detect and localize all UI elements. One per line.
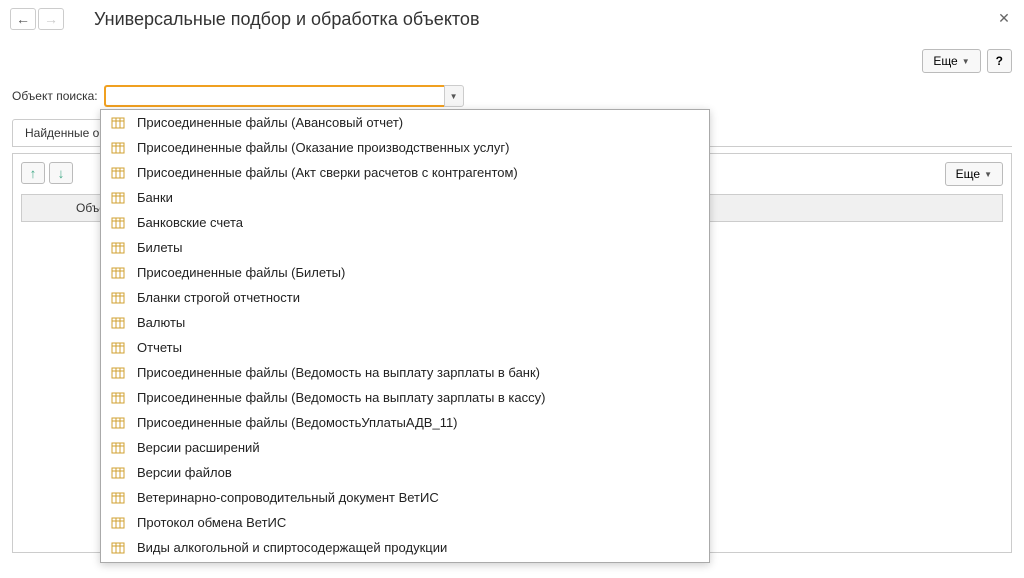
dropdown-item[interactable]: Присоединенные файлы (Авансовый отчет) (101, 110, 709, 135)
dropdown-item[interactable]: Присоединенные файлы (Ведомость на выпла… (101, 385, 709, 410)
dropdown-item[interactable]: Присоединенные файлы (Ведомость на выпла… (101, 360, 709, 385)
dropdown-item-label: Присоединенные файлы (Акт сверки расчето… (137, 165, 518, 180)
search-dropdown-popup[interactable]: Присоединенные файлы (Авансовый отчет) Пр… (100, 109, 710, 563)
dropdown-item-label: Банки (137, 190, 173, 205)
catalog-icon (111, 141, 125, 155)
panel-more-button[interactable]: Еще ▼ (945, 162, 1003, 186)
catalog-icon (111, 441, 125, 455)
dropdown-item-label: Протокол обмена ВетИС (137, 515, 286, 530)
chevron-down-icon: ▼ (962, 57, 970, 66)
catalog-icon (111, 366, 125, 380)
search-dropdown-button[interactable]: ▼ (444, 85, 464, 107)
catalog-icon (111, 466, 125, 480)
dropdown-item-label: Валюты (137, 315, 185, 330)
catalog-icon (111, 491, 125, 505)
header-bar: ← → Универсальные подбор и обработка объ… (0, 0, 1024, 39)
panel-more-label: Еще (956, 167, 980, 181)
dropdown-item[interactable]: Ветеринарно-сопроводительный документ Ве… (101, 485, 709, 510)
nav-back-button[interactable]: ← (10, 8, 36, 30)
page-title: Универсальные подбор и обработка объекто… (94, 9, 480, 30)
dropdown-item-label: Банковские счета (137, 215, 243, 230)
dropdown-item[interactable]: Банковские счета (101, 210, 709, 235)
catalog-icon (111, 341, 125, 355)
dropdown-item[interactable]: Протокол обмена ВетИС (101, 510, 709, 535)
dropdown-item-label: Билеты (137, 240, 182, 255)
dropdown-item[interactable]: Присоединенные файлы (Билеты) (101, 260, 709, 285)
catalog-icon (111, 291, 125, 305)
dropdown-item[interactable]: Валюты (101, 310, 709, 335)
dropdown-item[interactable]: Присоединенные файлы (Акт сверки расчето… (101, 160, 709, 185)
catalog-icon (111, 516, 125, 530)
chevron-down-icon: ▼ (984, 170, 992, 179)
dropdown-item-label: Присоединенные файлы (Ведомость на выпла… (137, 365, 540, 380)
dropdown-item[interactable]: Присоединенные файлы (ВедомостьУплатыАДВ… (101, 410, 709, 435)
catalog-icon (111, 216, 125, 230)
catalog-icon (111, 116, 125, 130)
dropdown-item-label: Присоединенные файлы (Ведомость на выпла… (137, 390, 545, 405)
dropdown-item[interactable]: Билеты (101, 235, 709, 260)
search-field-wrap: ▼ (104, 85, 464, 107)
catalog-icon (111, 241, 125, 255)
catalog-icon (111, 541, 125, 555)
catalog-icon (111, 416, 125, 430)
catalog-icon (111, 191, 125, 205)
dropdown-item-label: Виды алкогольной и спиртосодержащей прод… (137, 540, 447, 555)
dropdown-item-label: Бланки строгой отчетности (137, 290, 300, 305)
table-col-check (28, 201, 68, 215)
dropdown-item-label: Присоединенные файлы (Авансовый отчет) (137, 115, 403, 130)
help-button-label: ? (996, 54, 1003, 68)
dropdown-item-label: Присоединенные файлы (ВедомостьУплатыАДВ… (137, 415, 458, 430)
chevron-down-icon: ▼ (450, 92, 458, 101)
search-row: Объект поиска: ▼ (12, 85, 1012, 107)
dropdown-item[interactable]: Виды алкогольной и спиртосодержащей прод… (101, 535, 709, 560)
search-input[interactable] (104, 85, 444, 107)
dropdown-item[interactable]: Банки (101, 185, 709, 210)
dropdown-item-label: Присоединенные файлы (Оказание производс… (137, 140, 509, 155)
search-label: Объект поиска: (12, 89, 98, 103)
dropdown-item-label: Версии расширений (137, 440, 260, 455)
toolbar-top: Еще ▼ ? (12, 49, 1012, 73)
dropdown-item[interactable]: Присоединенные файлы (Оказание производс… (101, 135, 709, 160)
dropdown-item-label: Версии файлов (137, 465, 232, 480)
catalog-icon (111, 266, 125, 280)
move-down-button[interactable] (49, 162, 73, 184)
more-button[interactable]: Еще ▼ (922, 49, 980, 73)
dropdown-item[interactable]: Версии расширений (101, 435, 709, 460)
close-button[interactable]: ✕ (996, 10, 1012, 26)
dropdown-item-label: Отчеты (137, 340, 182, 355)
help-button[interactable]: ? (987, 49, 1012, 73)
catalog-icon (111, 166, 125, 180)
move-up-button[interactable] (21, 162, 45, 184)
nav-forward-button[interactable]: → (38, 8, 64, 30)
dropdown-item-label: Присоединенные файлы (Билеты) (137, 265, 345, 280)
dropdown-item[interactable]: Версии файлов (101, 460, 709, 485)
dropdown-item[interactable]: Бланки строгой отчетности (101, 285, 709, 310)
dropdown-item-label: Ветеринарно-сопроводительный документ Ве… (137, 490, 439, 505)
catalog-icon (111, 316, 125, 330)
catalog-icon (111, 391, 125, 405)
more-button-label: Еще (933, 54, 957, 68)
nav-buttons: ← → (10, 8, 64, 30)
dropdown-item[interactable]: Отчеты (101, 335, 709, 360)
